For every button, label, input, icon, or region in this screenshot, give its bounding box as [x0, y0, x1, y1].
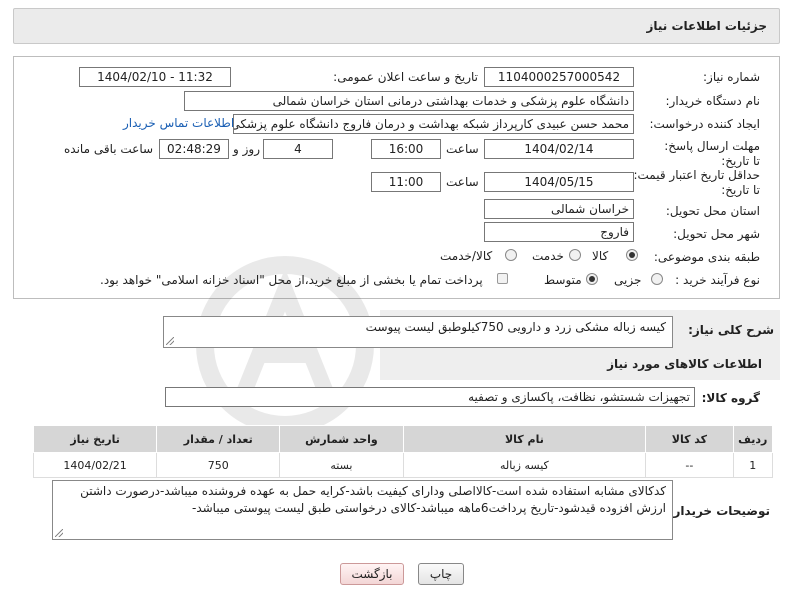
reply-date-field[interactable]: 1404/02/14: [484, 139, 634, 159]
remaining-time-label: ساعت باقی مانده: [64, 142, 154, 156]
back-button[interactable]: بازگشت: [340, 563, 404, 585]
row-date: 1404/02/21: [32, 452, 158, 478]
process-radio-medium[interactable]: [586, 273, 598, 285]
category-option-goods-service: کالا/خدمت: [440, 249, 493, 263]
announce-field[interactable]: 1404/02/10 - 11:32: [79, 67, 231, 87]
row-qty: 750: [156, 452, 281, 478]
validity-time-field[interactable]: 11:00: [371, 172, 441, 192]
goods-group-label: گروه کالا:: [701, 391, 760, 405]
col-code: کد کالا: [645, 425, 734, 453]
category-radio-goods-service[interactable]: [505, 249, 517, 261]
validity-date-field[interactable]: 1404/05/15: [484, 172, 634, 192]
page-title: جزئیات اطلاعات نیاز: [646, 19, 767, 33]
col-date: تاریخ نیاز: [32, 425, 158, 453]
province-label: استان محل تحویل:: [665, 204, 760, 218]
process-radio-minor[interactable]: [651, 273, 663, 285]
row-name: کیسه زباله: [402, 452, 647, 478]
category-option-service: خدمت: [532, 249, 564, 263]
col-qty: تعداد / مقدار: [156, 425, 281, 453]
buyer-org-label: نام دستگاه خریدار:: [665, 94, 761, 108]
category-radio-goods[interactable]: [626, 249, 638, 261]
buyer-notes-textarea[interactable]: کدکالای مشابه استفاده شده است-کالااصلی و…: [52, 480, 673, 540]
category-label: طبقه بندی موضوعی:: [653, 250, 760, 264]
creator-field[interactable]: محمد حسن عبیدی کارپرداز شبکه بهداشت و در…: [233, 114, 634, 134]
goods-table-header: ردیف کد کالا نام کالا واحد شمارش تعداد /…: [32, 425, 774, 453]
city-field[interactable]: فاروج: [484, 222, 634, 242]
need-number-field[interactable]: 1104000257000542: [484, 67, 634, 87]
goods-section-title: اطلاعات کالاهای مورد نیاز: [607, 357, 762, 371]
announce-label: تاریخ و ساعت اعلان عمومی:: [333, 70, 478, 84]
description-label: شرح کلی نیاز:: [688, 323, 774, 337]
reply-deadline-label: مهلت ارسال پاسخ: تا تاریخ:: [664, 139, 760, 168]
col-unit: واحد شمارش: [279, 425, 404, 453]
process-option-medium: متوسط: [544, 273, 582, 287]
validity-time-label: ساعت: [446, 175, 479, 189]
remaining-time-field[interactable]: 02:48:29: [159, 139, 229, 159]
days-label: روز و: [233, 142, 260, 156]
buyer-contact-link[interactable]: اطلاعات تماس خریدار: [123, 116, 234, 130]
description-textarea[interactable]: کیسه زباله مشکی زرد و دارویی 750کیلوطبق …: [163, 316, 673, 348]
buyer-org-field[interactable]: دانشگاه علوم پزشکی و خدمات بهداشتی درمان…: [184, 91, 634, 111]
goods-group-field[interactable]: تجهیزات شستشو، نظافت، پاکسازی و تصفیه: [165, 387, 695, 407]
treasury-payment-note: پرداخت تمام یا بخشی از مبلغ خرید،از محل …: [100, 273, 483, 287]
col-index: ردیف: [732, 425, 774, 453]
print-button[interactable]: چاپ: [418, 563, 464, 585]
row-code: --: [645, 452, 734, 478]
row-unit: بسته: [279, 452, 404, 478]
category-option-goods: کالا: [592, 249, 609, 263]
reply-time-field[interactable]: 16:00: [371, 139, 441, 159]
price-validity-label: حداقل تاریخ اعتبار قیمت: تا تاریخ:: [633, 168, 760, 197]
row-index: 1: [732, 452, 774, 478]
category-radio-service[interactable]: [569, 249, 581, 261]
description-text: کیسه زباله مشکی زرد و دارویی 750کیلوطبق …: [365, 320, 666, 334]
city-label: شهر محل تحویل:: [673, 227, 760, 241]
page-header: جزئیات اطلاعات نیاز: [13, 8, 780, 44]
process-option-minor: جزیی: [614, 273, 642, 287]
resize-handle-icon[interactable]: [166, 337, 174, 345]
reply-time-label: ساعت: [446, 142, 479, 156]
creator-label: ایجاد کننده درخواست:: [649, 117, 760, 131]
buyer-notes-label: توضیحات خریدار:: [668, 504, 770, 518]
col-name: نام کالا: [402, 425, 647, 453]
treasury-payment-checkbox[interactable]: [497, 273, 508, 284]
resize-handle-icon[interactable]: [55, 529, 63, 537]
goods-table: ردیف کد کالا نام کالا واحد شمارش تعداد /…: [32, 425, 774, 478]
need-number-label: شماره نیاز:: [703, 70, 760, 84]
table-row[interactable]: 1 -- کیسه زباله بسته 750 1404/02/21: [32, 452, 774, 478]
days-remaining-field[interactable]: 4: [263, 139, 333, 159]
process-type-label: نوع فرآیند خرید :: [675, 273, 760, 287]
province-field[interactable]: خراسان شمالی: [484, 199, 634, 219]
buyer-notes-text: کدکالای مشابه استفاده شده است-کالااصلی و…: [80, 484, 666, 515]
